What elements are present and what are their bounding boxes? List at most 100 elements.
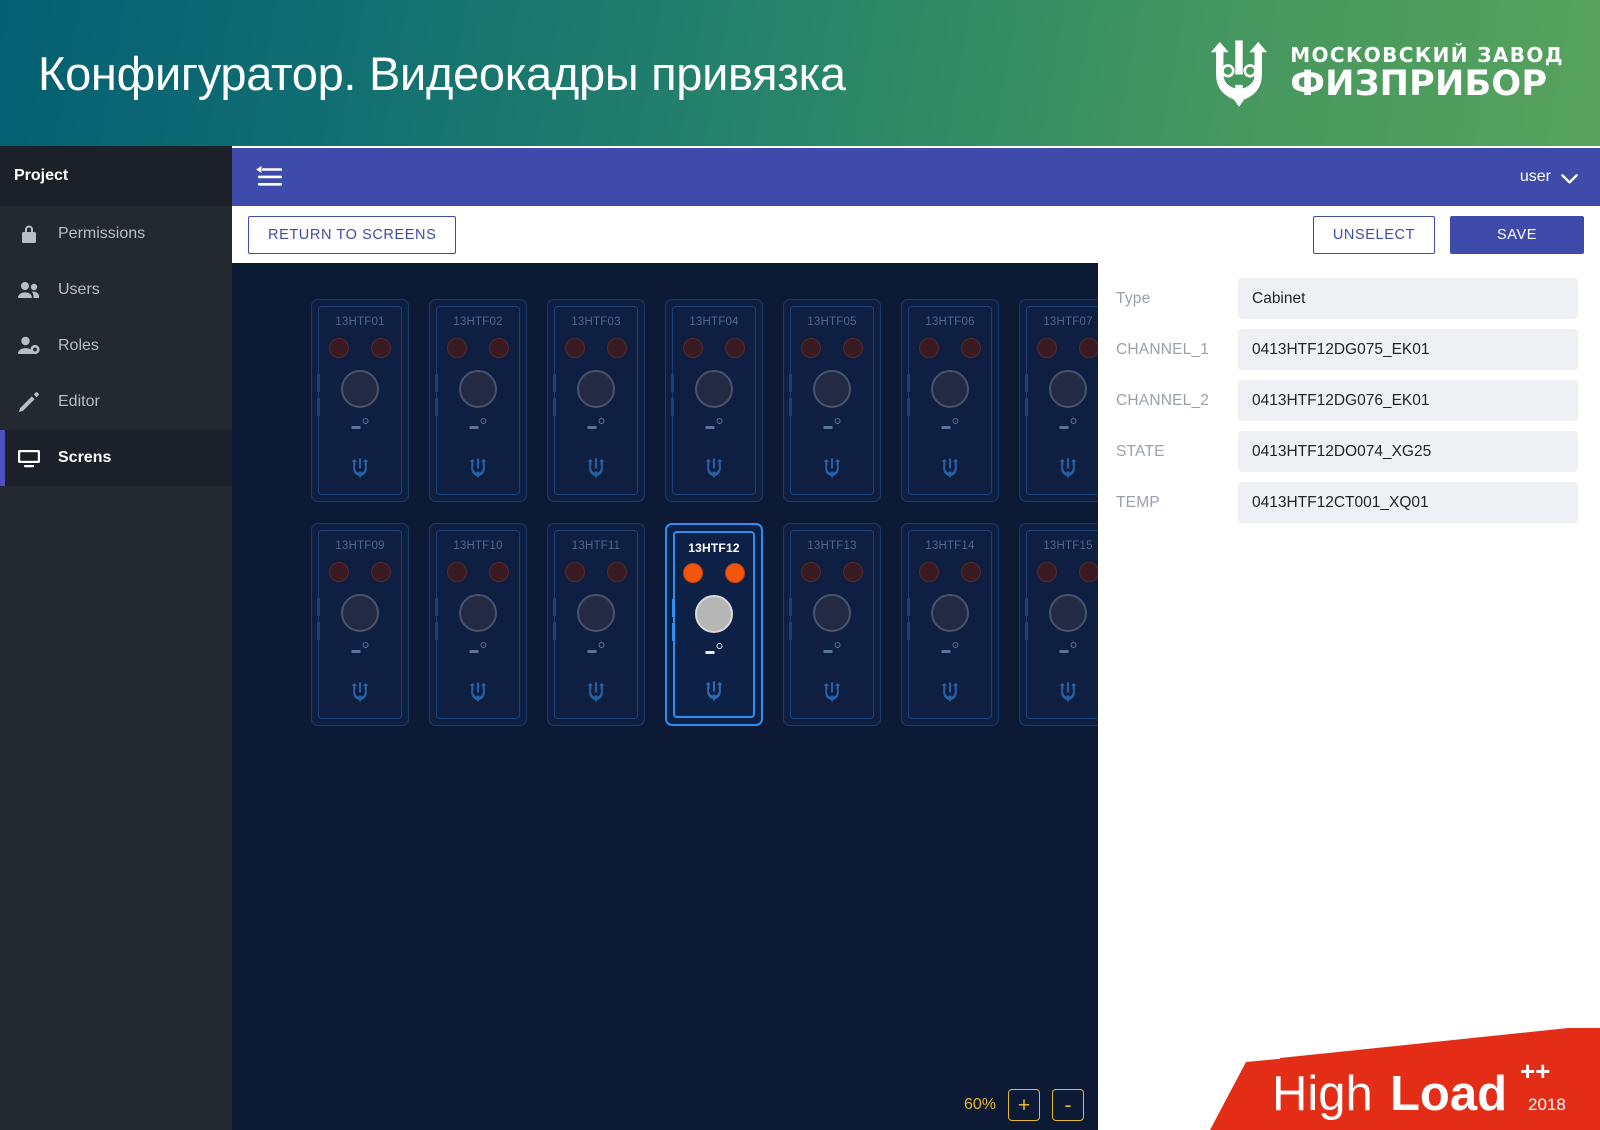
led-indicator — [489, 562, 509, 582]
led-indicator — [683, 563, 703, 583]
brand-company-line: МОСКОВСКИЙ ЗАВОД — [1290, 42, 1564, 67]
user-menu[interactable]: user — [1520, 168, 1578, 186]
cabinet-trident-icon — [585, 457, 607, 479]
cabinet-temperature-display — [351, 418, 369, 429]
sidebar-item-permissions[interactable]: Permissions — [0, 206, 232, 262]
cabinet-notch — [671, 374, 674, 392]
cabinet-temperature-display — [941, 418, 959, 429]
cabinet-notch — [435, 398, 438, 416]
save-button[interactable]: SAVE — [1450, 215, 1584, 254]
cabinet-led-group — [784, 562, 880, 582]
zoom-controls: 60% + - — [964, 1089, 1084, 1121]
action-bar-right: UNSELECT SAVE — [1312, 215, 1584, 254]
property-value-field[interactable]: 0413HTF12DO074_XG25 — [1238, 431, 1578, 472]
app-root: Конфигуратор. Видеокадры привязка МОСКОВ… — [0, 0, 1600, 1130]
temperature-dash-icon — [351, 426, 361, 429]
cabinet[interactable]: 13HTF13 — [778, 523, 896, 726]
cabinet-body: 13HTF06 — [901, 299, 999, 502]
cabinet-trident-icon — [467, 681, 489, 703]
collapse-menu-icon[interactable] — [256, 166, 282, 188]
cabinet-temperature-display — [823, 418, 841, 429]
users-icon — [16, 277, 42, 303]
temperature-dash-icon — [823, 650, 833, 653]
property-value-field[interactable]: 0413HTF12CT001_XQ01 — [1238, 482, 1578, 523]
trident-logo-icon — [1202, 36, 1276, 110]
cabinet-temperature-display — [351, 642, 369, 653]
zoom-level-label: 60% — [963, 1096, 996, 1113]
cabinet[interactable]: 13HTF15 — [1014, 523, 1098, 726]
cabinet[interactable]: 13HTF07 — [1014, 299, 1098, 502]
sidebar-item-roles[interactable]: Roles — [0, 318, 232, 374]
cabinet-label: 13HTF01 — [335, 316, 385, 328]
cabinet[interactable]: 13HTF09 — [306, 523, 424, 726]
screen-canvas[interactable]: 13HTF01 13HTF02 13HTF03 13HTF04 13HTF05 13HTF… — [232, 263, 1098, 1130]
lock-icon — [16, 221, 42, 247]
degree-symbol-icon — [952, 418, 959, 424]
temperature-dash-icon — [351, 650, 361, 653]
property-value-field[interactable]: 0413HTF12DG076_EK01 — [1238, 380, 1578, 421]
page-header: Конфигуратор. Видеокадры привязка МОСКОВ… — [0, 0, 1600, 146]
cabinet-led-group — [902, 562, 998, 582]
cabinet-led-group — [902, 338, 998, 358]
cabinet-led-group — [312, 562, 408, 582]
cabinet-temperature-display — [941, 642, 959, 653]
cabinet-body: 13HTF14 — [901, 523, 999, 726]
sidebar-item-screns[interactable]: Screns — [0, 430, 232, 486]
cabinet-notch — [317, 622, 320, 640]
property-row: CHANNEL_2 0413HTF12DG076_EK01 — [1116, 375, 1578, 426]
degree-symbol-icon — [834, 418, 841, 424]
temperature-dash-icon — [705, 651, 715, 654]
cabinet[interactable]: 13HTF06 — [896, 299, 1014, 502]
cabinet-notch — [789, 622, 792, 640]
unselect-button[interactable]: UNSELECT — [1312, 215, 1435, 254]
property-value-field[interactable]: Cabinet — [1238, 278, 1578, 319]
zoom-out-button[interactable]: - — [1052, 1089, 1084, 1121]
cabinet-selected[interactable]: 13HTF12 — [660, 523, 778, 726]
cabinet[interactable]: 13HTF14 — [896, 523, 1014, 726]
led-indicator — [565, 338, 585, 358]
cabinet-trident-icon — [467, 457, 489, 479]
sidebar-item-editor[interactable]: Editor — [0, 374, 232, 430]
zoom-in-button[interactable]: + — [1008, 1089, 1040, 1121]
cabinet-led-group — [666, 338, 762, 358]
led-indicator — [843, 562, 863, 582]
cabinet-knob — [1049, 370, 1087, 408]
degree-symbol-icon — [834, 642, 841, 648]
led-indicator — [1079, 562, 1098, 582]
led-indicator — [683, 338, 703, 358]
temperature-dash-icon — [1059, 426, 1069, 429]
cabinet-knob — [931, 370, 969, 408]
cabinet[interactable]: 13HTF04 — [660, 299, 778, 502]
cabinet-led-group — [430, 338, 526, 358]
led-indicator — [919, 338, 939, 358]
cabinet-trident-icon — [939, 681, 961, 703]
property-value-field[interactable]: 0413HTF12DG075_EK01 — [1238, 329, 1578, 370]
return-to-screens-button[interactable]: RETURN TO SCREENS — [248, 215, 457, 254]
cabinet-notch — [435, 622, 438, 640]
led-indicator — [919, 562, 939, 582]
cabinet-trident-icon — [1057, 681, 1079, 703]
app-bar: user — [232, 148, 1600, 206]
cabinet[interactable]: 13HTF02 — [424, 299, 542, 502]
cabinet-trident-icon — [939, 457, 961, 479]
cabinet-body: 13HTF07 — [1019, 299, 1098, 502]
cabinet-label: 13HTF12 — [688, 541, 740, 555]
sidebar-item-users[interactable]: Users — [0, 262, 232, 318]
cabinet-temperature-display — [705, 643, 723, 654]
cabinet-led-group — [430, 562, 526, 582]
cabinet[interactable]: 13HTF01 — [306, 299, 424, 502]
page-title: Конфигуратор. Видеокадры привязка — [38, 46, 846, 100]
monitor-icon — [16, 445, 42, 471]
cabinet[interactable]: 13HTF11 — [542, 523, 660, 726]
cabinet[interactable]: 13HTF10 — [424, 523, 542, 726]
cabinet[interactable]: 13HTF03 — [542, 299, 660, 502]
cabinet-notch — [907, 398, 910, 416]
cabinet-notch — [435, 598, 438, 616]
cabinet-notch — [553, 398, 556, 416]
led-indicator — [1037, 562, 1057, 582]
cabinet-label: 13HTF10 — [453, 540, 503, 552]
sidebar: Project Permissions Users Roles Editor S… — [0, 146, 232, 1130]
cabinet-body: 13HTF03 — [547, 299, 645, 502]
cabinet[interactable]: 13HTF05 — [778, 299, 896, 502]
degree-symbol-icon — [716, 643, 723, 649]
